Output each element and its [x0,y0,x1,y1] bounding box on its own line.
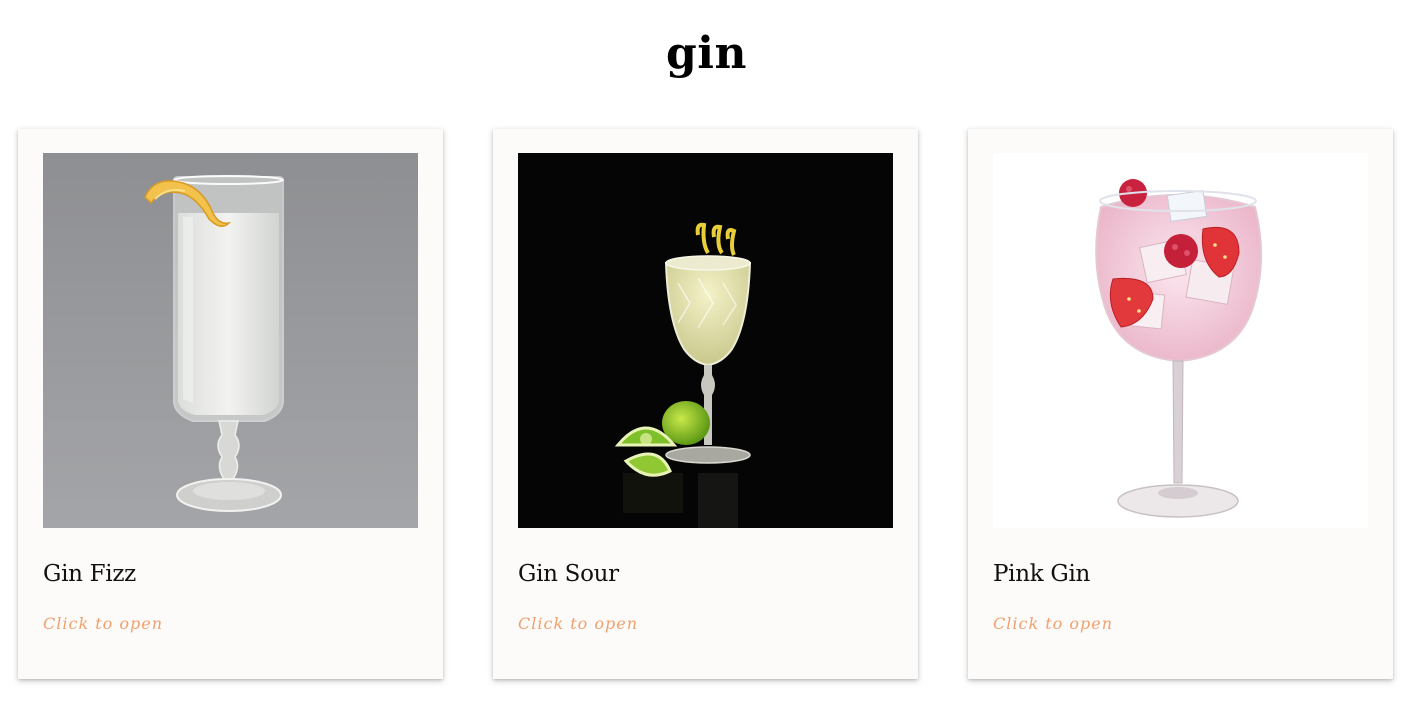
card-title: Gin Sour [518,561,619,587]
recipe-card-gin-sour[interactable]: Gin Sour Click to open [493,129,918,679]
open-recipe-link[interactable]: Click to open [993,613,1113,635]
card-title: Gin Fizz [43,561,137,587]
open-recipe-link[interactable]: Click to open [518,613,638,635]
gin-fizz-image[interactable] [43,153,418,528]
card-title: Pink Gin [993,561,1091,587]
open-recipe-link[interactable]: Click to open [43,613,163,635]
recipe-card-gin-fizz[interactable]: Gin Fizz Click to open [18,129,443,679]
pink-gin-image[interactable] [993,153,1368,528]
gin-sour-image[interactable] [518,153,893,528]
page-title: gin [666,28,747,79]
recipe-card-pink-gin[interactable]: Pink Gin Click to open [968,129,1393,679]
